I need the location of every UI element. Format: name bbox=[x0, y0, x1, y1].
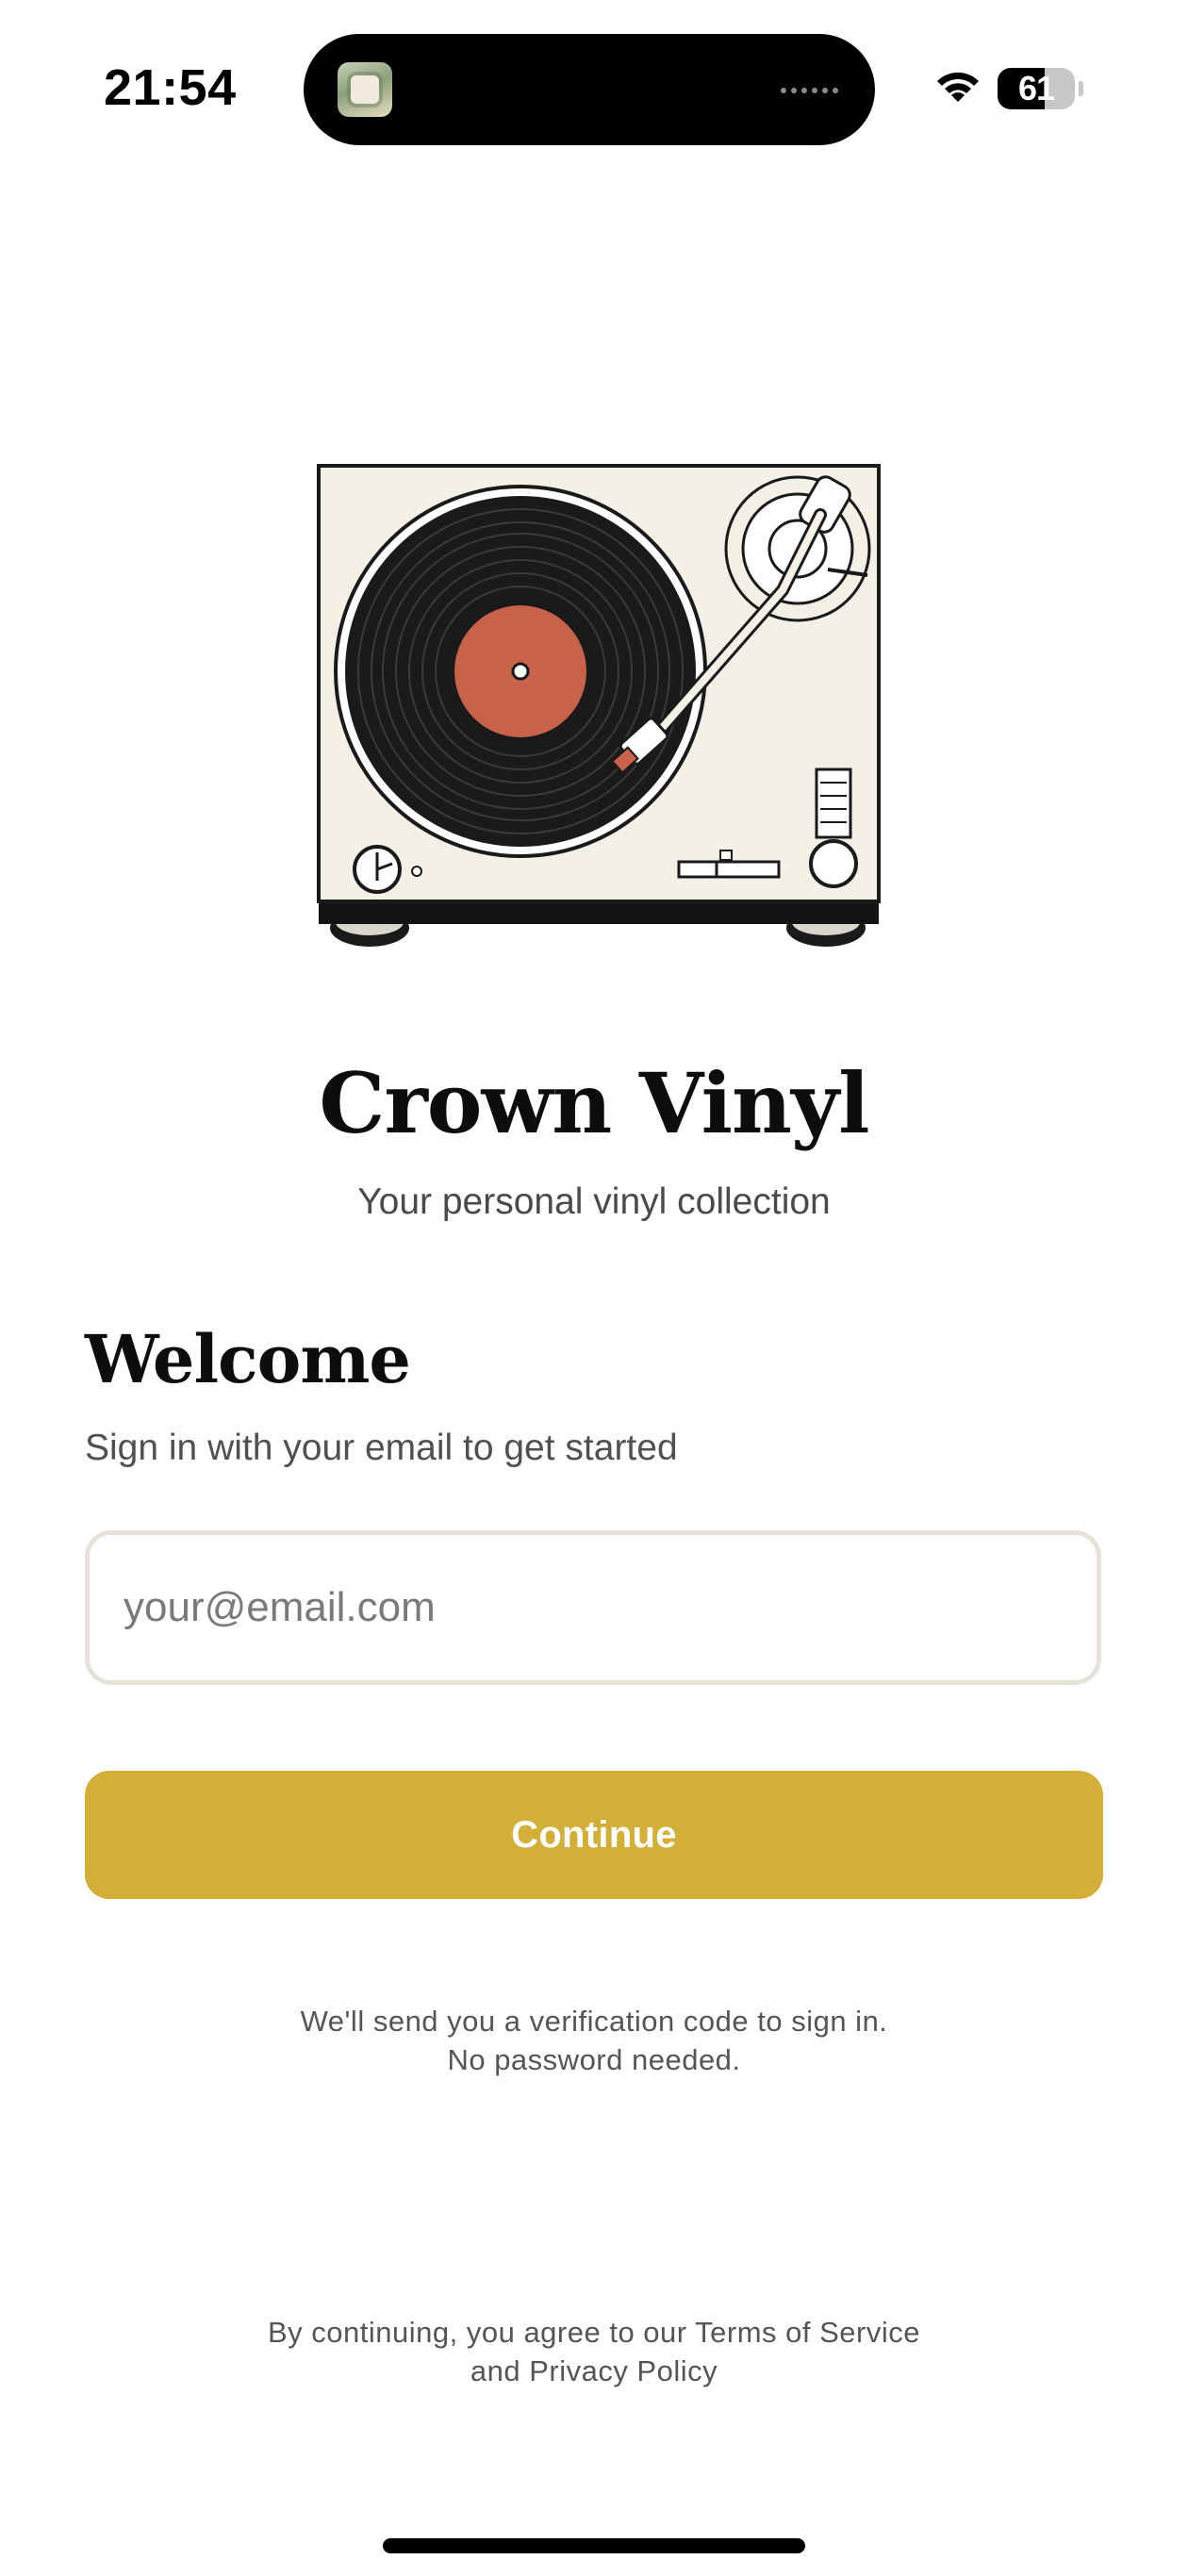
legal-line-1: By continuing, you agree to our Terms of… bbox=[268, 2316, 920, 2349]
email-field[interactable] bbox=[85, 1530, 1101, 1685]
battery-indicator: 61 bbox=[998, 68, 1083, 109]
app-title: Crown Vinyl bbox=[319, 1054, 869, 1152]
home-indicator[interactable] bbox=[383, 2538, 805, 2553]
island-activity-dots bbox=[781, 81, 847, 93]
legal-line-2: and Privacy Policy bbox=[470, 2354, 718, 2387]
legal-notice: By continuing, you agree to our Terms of… bbox=[0, 2313, 1188, 2390]
dynamic-island[interactable] bbox=[304, 34, 875, 145]
verification-hint: We'll send you a verification code to si… bbox=[0, 2002, 1188, 2079]
welcome-heading: Welcome bbox=[85, 1320, 411, 1398]
battery-percent: 61 bbox=[1017, 69, 1055, 107]
status-time: 21:54 bbox=[104, 59, 237, 116]
turntable-illustration bbox=[317, 464, 881, 947]
wifi-icon bbox=[937, 72, 979, 102]
continue-button[interactable]: Continue bbox=[85, 1771, 1103, 1899]
app-subtitle: Your personal vinyl collection bbox=[357, 1181, 831, 1222]
hint-line-2: No password needed. bbox=[447, 2043, 741, 2076]
welcome-subheading: Sign in with your email to get started bbox=[85, 1428, 678, 1468]
hint-line-1: We'll send you a verification code to si… bbox=[300, 2005, 888, 2038]
app-icon[interactable] bbox=[338, 62, 392, 117]
